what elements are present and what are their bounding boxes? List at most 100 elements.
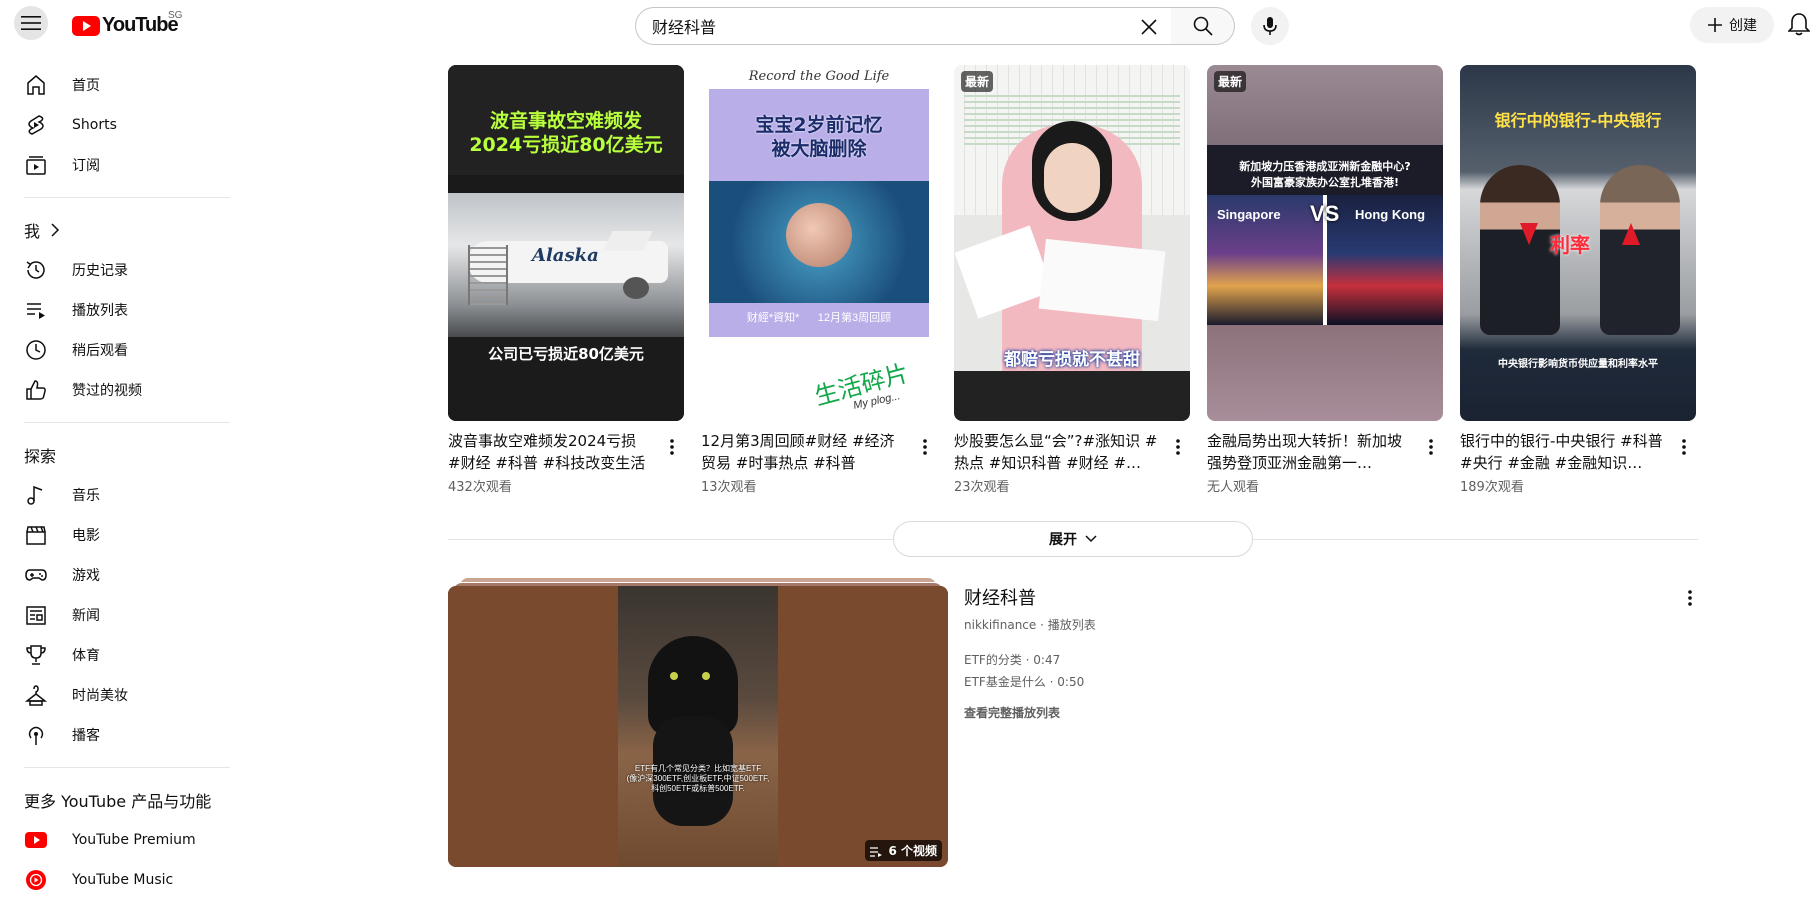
short-more-button[interactable]	[1419, 435, 1443, 459]
youtube-music-icon	[24, 868, 48, 892]
short-more-button[interactable]	[1672, 435, 1696, 459]
sidebar-item-podcasts[interactable]: 播客	[0, 715, 230, 755]
short-title[interactable]: 金融局势出现大转折！新加坡强势登顶亚洲金融第一…	[1207, 430, 1412, 474]
sidebar-item-movies[interactable]: 电影	[0, 515, 230, 555]
liked-icon	[24, 378, 48, 402]
voice-search-button[interactable]	[1251, 7, 1289, 45]
sidebar-item-history[interactable]: 历史记录	[0, 250, 230, 290]
sidebar-item-home[interactable]: 首页	[0, 65, 230, 105]
short-title[interactable]: 银行中的银行-中央银行 #科普 #央行 #金融 #金融知识…	[1460, 430, 1665, 474]
sidebar-item-label: 体育	[72, 648, 100, 664]
sidebar-item-sports[interactable]: 体育	[0, 635, 230, 675]
chevron-down-icon	[1085, 535, 1097, 543]
short-title[interactable]: 波音事故空难频发2024亏损 #财经 #科普 #科技改变生活	[448, 430, 653, 474]
more-vert-icon	[1688, 590, 1692, 606]
news-icon	[24, 603, 48, 627]
sidebar-item-music[interactable]: 音乐	[0, 475, 230, 515]
short-more-button[interactable]	[913, 435, 937, 459]
video-name: ETF基金是什么	[964, 675, 1046, 689]
short-thumbnail[interactable]: 新加坡力压香港成亚洲新金融中心? 外国富豪家族办公室扎堆香港! Singapor…	[1207, 65, 1443, 421]
sidebar-divider	[24, 422, 230, 423]
short-card[interactable]: 新加坡力压香港成亚洲新金融中心? 外国富豪家族办公室扎堆香港! Singapor…	[1207, 65, 1443, 495]
sidebar-item-label: Shorts	[72, 117, 117, 133]
short-title[interactable]: 炒股要怎么显“会”?#涨知识 #热点 #知识科普 #财经 #…	[954, 430, 1159, 474]
sidebar-item-fashion[interactable]: 时尚美妆	[0, 675, 230, 715]
search-box	[635, 7, 1172, 45]
history-icon	[24, 258, 48, 282]
short-title[interactable]: 12月第3周回顾#财经 #经济贸易 #时事热点 #科普	[701, 430, 906, 474]
search-input[interactable]	[652, 16, 1122, 36]
sidebar-item-watch-later[interactable]: 稍后观看	[0, 330, 230, 370]
clear-search-button[interactable]	[1135, 13, 1163, 41]
sidebar-item-shorts[interactable]: Shorts	[0, 105, 230, 145]
shorts-icon	[24, 113, 48, 137]
sidebar-item-label: 电影	[72, 528, 100, 544]
short-thumbnail[interactable]: 都赔亏损就不甚甜 最新	[954, 65, 1190, 421]
top-bar: YouTube SG 创建	[0, 0, 1810, 50]
video-count: 6 个视频	[888, 844, 937, 858]
short-thumbnail[interactable]: 银行中的银行-中央银行 利率 中央银行影响货币供应量和利率水平	[1460, 65, 1696, 421]
short-views: 23次观看	[954, 480, 1010, 495]
playlist-thumbnail[interactable]: ETF有几个常见分类？比如宽基ETF (像沪深300ETF,创业板ETF,中证5…	[448, 578, 948, 867]
short-card[interactable]: 都赔亏损就不甚甜 最新 炒股要怎么显“会”?#涨知识 #热点 #知识科普 #财经…	[954, 65, 1190, 495]
sidebar-item-news[interactable]: 新闻	[0, 595, 230, 635]
sidebar-item-subscriptions[interactable]: 订阅	[0, 145, 230, 185]
playlist-result[interactable]: ETF有几个常见分类？比如宽基ETF (像沪深300ETF,创业板ETF,中证5…	[448, 578, 1698, 886]
home-icon	[24, 73, 48, 97]
youtube-premium-icon	[24, 828, 48, 852]
sidebar-item-youtube-premium[interactable]: YouTube Premium	[0, 820, 230, 860]
playlist-video-item[interactable]: ETF的分类 · 0:47	[964, 653, 1664, 667]
short-more-button[interactable]	[1166, 435, 1190, 459]
sidebar-item-youtube-music[interactable]: YouTube Music	[0, 860, 230, 900]
sidebar-item-label: 播客	[72, 728, 100, 744]
short-card[interactable]: 银行中的银行-中央银行 利率 中央银行影响货币供应量和利率水平 银行中的银行-中…	[1460, 65, 1696, 495]
sidebar: 首页 Shorts 订阅 我 历史记录 播放列表 稍后观看 赞过的视频 探索 音…	[0, 56, 230, 894]
bell-icon	[1787, 13, 1810, 36]
playlist-title[interactable]: 财经科普	[964, 586, 1664, 612]
view-full-playlist-link[interactable]: 查看完整播放列表	[964, 704, 1664, 721]
short-card[interactable]: 波音事故空难频发 2024亏损近80亿美元 Alaska 公司已亏损近80亿美元…	[448, 65, 684, 495]
playlist-meta: nikkifinance · 播放列表	[964, 616, 1664, 633]
thumbnail-caption: 财經*資知* 12月第3周回顾	[746, 312, 892, 324]
shorts-shelf: 波音事故空难频发 2024亏损近80亿美元 Alaska 公司已亏损近80亿美元…	[448, 65, 1698, 495]
thumbnail-headline: 波音事故空难频发 2024亏损近80亿美元	[469, 110, 663, 156]
short-thumbnail[interactable]: Record the Good Life 宝宝2岁前记忆 被大脑删除 财經*資知…	[701, 65, 937, 421]
menu-button[interactable]	[14, 6, 48, 40]
create-button[interactable]: 创建	[1690, 7, 1774, 43]
playlist-video-item[interactable]: ETF基金是什么 · 0:50	[964, 673, 1664, 690]
plus-icon	[1708, 18, 1722, 32]
thumbnail-left-label: Singapore	[1217, 207, 1281, 222]
thumbnail-headline: 银行中的银行-中央银行	[1494, 111, 1662, 130]
hamburger-icon	[21, 16, 41, 30]
region-code: SG	[168, 10, 183, 21]
microphone-icon	[1263, 17, 1277, 35]
close-icon	[1141, 19, 1157, 35]
short-card[interactable]: Record the Good Life 宝宝2岁前记忆 被大脑删除 财經*資知…	[701, 65, 937, 495]
channel-name[interactable]: nikkifinance	[964, 618, 1036, 632]
sidebar-section-me[interactable]: 我	[0, 210, 230, 250]
sidebar-item-label: 时尚美妆	[72, 688, 128, 704]
expand-button[interactable]: 展开	[893, 521, 1253, 557]
sidebar-item-label: 稍后观看	[72, 343, 128, 359]
sidebar-item-label: 历史记录	[72, 263, 128, 279]
sidebar-item-playlists[interactable]: 播放列表	[0, 290, 230, 330]
playlist-info: 财经科普 nikkifinance · 播放列表 ETF的分类 · 0:47 E…	[964, 586, 1664, 721]
sidebar-item-liked[interactable]: 赞过的视频	[0, 370, 230, 410]
playlist-type: 播放列表	[1047, 618, 1096, 632]
playlist-more-button[interactable]	[1678, 586, 1702, 610]
thumbnail-headline: 宝宝2岁前记忆 被大脑删除	[755, 114, 883, 160]
youtube-logo[interactable]: YouTube SG	[72, 10, 182, 37]
short-more-button[interactable]	[660, 435, 684, 459]
short-thumbnail[interactable]: 波音事故空难频发 2024亏损近80亿美元 Alaska 公司已亏损近80亿美元	[448, 65, 684, 421]
meta-separator: ·	[1040, 618, 1048, 632]
thumbnail-header: Record the Good Life	[748, 69, 890, 84]
gaming-icon	[24, 563, 48, 587]
sidebar-item-label: 首页	[72, 78, 100, 94]
search-icon	[1193, 16, 1213, 36]
notifications-button[interactable]	[1787, 12, 1810, 40]
hanger-icon	[24, 683, 48, 707]
search-button[interactable]	[1171, 7, 1235, 45]
more-vert-icon	[923, 439, 927, 455]
sidebar-item-gaming[interactable]: 游戏	[0, 555, 230, 595]
thumbnail-caption: 中央银行影响货币供应量和利率水平	[1498, 359, 1658, 370]
